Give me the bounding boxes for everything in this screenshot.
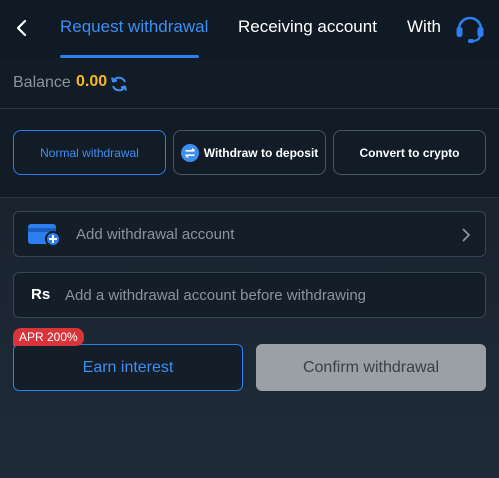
normal-withdrawal-label: Normal withdrawal bbox=[40, 145, 139, 160]
chevron-left-icon bbox=[16, 19, 27, 37]
withdraw-to-deposit-button[interactable]: Withdraw to deposit bbox=[173, 130, 326, 175]
withdraw-to-deposit-label: Withdraw to deposit bbox=[203, 145, 319, 160]
tab-request-withdrawal[interactable]: Request withdrawal bbox=[60, 17, 208, 37]
card-add-icon bbox=[28, 224, 61, 247]
balance-label: Balance bbox=[13, 74, 71, 91]
withdrawal-method-selector: Normal withdrawal Withdraw to deposit Co… bbox=[0, 109, 499, 198]
add-withdrawal-account-row[interactable]: Add withdrawal account bbox=[13, 211, 486, 257]
transfer-icon bbox=[180, 143, 199, 162]
earn-interest-label: Earn interest bbox=[82, 358, 174, 376]
refresh-icon[interactable] bbox=[109, 74, 129, 94]
balance-value: 0.00 bbox=[76, 73, 108, 90]
normal-withdrawal-button[interactable]: Normal withdrawal bbox=[13, 130, 166, 175]
tab-receiving-account[interactable]: Receiving account bbox=[238, 17, 377, 37]
earn-interest-button[interactable]: Earn interest bbox=[13, 344, 243, 391]
headset-icon bbox=[456, 16, 484, 43]
convert-to-crypto-label: Convert to crypto bbox=[359, 145, 460, 160]
top-nav: Request withdrawal Receiving account Wit… bbox=[0, 0, 499, 59]
convert-to-crypto-button[interactable]: Convert to crypto bbox=[333, 130, 486, 175]
withdrawal-amount-field[interactable]: Rs Add a withdrawal account before withd… bbox=[13, 272, 486, 318]
amount-placeholder: Add a withdrawal account before withdraw… bbox=[65, 287, 367, 304]
confirm-withdrawal-label: Confirm withdrawal bbox=[302, 358, 440, 376]
support-button[interactable] bbox=[452, 11, 488, 45]
tab-withdrawal-history[interactable]: With bbox=[407, 17, 441, 37]
rupee-symbol: Rs bbox=[31, 286, 51, 303]
confirm-withdrawal-button[interactable]: Confirm withdrawal bbox=[256, 344, 486, 391]
chevron-right-icon bbox=[462, 228, 470, 242]
back-button[interactable] bbox=[8, 12, 36, 44]
add-withdrawal-account-label: Add withdrawal account bbox=[76, 226, 235, 243]
balance-row: Balance 0.00 bbox=[0, 58, 499, 109]
apr-badge: APR 200% bbox=[13, 328, 84, 346]
